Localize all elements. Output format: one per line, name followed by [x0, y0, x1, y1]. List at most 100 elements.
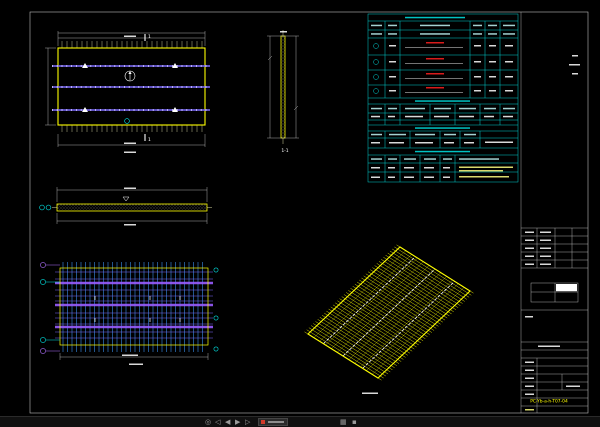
plan-view: 1 1 [45, 31, 210, 147]
side-section-view: 1-1 [267, 30, 299, 154]
next-layout-icon[interactable]: ▶ [235, 417, 240, 427]
dimension-value-mark [124, 35, 136, 37]
text-mark [540, 255, 551, 257]
rebar-spec-mark [426, 87, 444, 89]
table-header-mark [444, 133, 456, 136]
text-mark [474, 90, 481, 92]
dimension-value-mark [122, 354, 138, 356]
key-plan-highlight [556, 284, 577, 292]
text-mark [474, 76, 481, 78]
text-mark [525, 377, 534, 379]
isometric-rebars [304, 244, 474, 381]
grid-icon[interactable]: ▦ [340, 417, 347, 427]
table-header-mark [389, 133, 406, 136]
text-mark [569, 64, 580, 66]
long-section-view [39, 187, 212, 224]
text-mark [525, 231, 534, 233]
table-header-mark [503, 33, 515, 35]
table-header-mark [503, 24, 515, 27]
plan-lifting-lines [52, 65, 210, 111]
text-mark [415, 142, 433, 144]
text-mark [371, 167, 380, 169]
text-mark [505, 45, 513, 47]
text-mark [371, 142, 380, 144]
rebar-spec-mark [426, 42, 444, 44]
text-mark [489, 45, 496, 47]
table-header-mark [473, 24, 482, 27]
rebar-schedule-table [367, 13, 519, 183]
view-caption-mark [362, 392, 378, 394]
text-mark [485, 141, 513, 143]
text-mark [459, 170, 503, 172]
table-header-mark [464, 133, 476, 136]
last-layout-icon[interactable]: ▷ [245, 417, 250, 427]
text-mark [505, 61, 513, 63]
text-mark [389, 61, 396, 63]
text-mark [404, 167, 414, 169]
text-mark [489, 61, 496, 63]
text-mark [388, 176, 395, 178]
text-mark [484, 115, 494, 118]
text-mark [443, 176, 450, 178]
dimension-value-mark [280, 31, 287, 33]
table-header-mark [371, 33, 382, 35]
rebar-horizontal-bars [55, 271, 213, 339]
table-header-mark [420, 33, 450, 35]
table-title-mark [415, 127, 470, 129]
title-block [520, 12, 588, 413]
text-mark [540, 231, 551, 233]
table-title-mark [415, 100, 470, 102]
isometric-view [304, 244, 474, 381]
table-header-mark [371, 24, 382, 27]
table-header-mark [424, 158, 436, 160]
layout-tab-icon [261, 420, 265, 424]
layout-tab[interactable] [258, 418, 288, 426]
annotation-marks [122, 16, 580, 411]
rebar-plan-outline [59, 267, 209, 346]
layout-tab-label-mark [268, 421, 284, 423]
text-mark [443, 167, 450, 169]
section-mark-bottom: 1 [148, 137, 151, 143]
table-header-mark [484, 107, 496, 110]
first-layout-icon[interactable]: ◁ [215, 417, 220, 427]
text-mark [525, 409, 534, 411]
rebar-plan-view [40, 262, 219, 360]
text-mark [388, 167, 395, 169]
text-mark [540, 263, 551, 265]
text-mark [389, 76, 396, 78]
text-mark [525, 247, 534, 249]
table-header-mark [420, 24, 450, 27]
rebar-id-marker [373, 74, 379, 80]
rebar-id-marker [373, 43, 379, 49]
previous-layout-icon[interactable]: ◀ [225, 417, 230, 427]
rebar-spec-mark [426, 73, 444, 75]
snap-icon[interactable]: ▪ [352, 417, 357, 427]
elevation-marker-icon [122, 196, 130, 202]
rebar-plan-markers [40, 262, 219, 354]
detail-marker [39, 204, 45, 211]
text-mark [388, 115, 395, 118]
text-mark [424, 167, 434, 169]
text-mark [572, 55, 578, 57]
rebar-id-marker [373, 88, 379, 94]
text-mark [525, 316, 533, 318]
table-title-mark [415, 150, 470, 153]
target-icon[interactable]: ◎ [205, 417, 211, 427]
table-header-mark [459, 107, 476, 110]
text-mark [525, 255, 534, 257]
table-header-mark [405, 107, 425, 110]
text-mark [434, 115, 449, 118]
table-header-mark [488, 24, 497, 27]
text-mark [459, 115, 474, 118]
table-header-mark [404, 158, 416, 160]
drawing-frame [29, 11, 589, 414]
text-mark [566, 385, 580, 387]
rebar-spec-mark [426, 58, 444, 60]
table-header-mark [434, 107, 451, 110]
rebar-vertical-bars [62, 262, 203, 352]
side-section-label: 1-1 [281, 148, 288, 154]
table-header-mark [371, 133, 382, 136]
text-mark [371, 115, 380, 118]
drawing-canvas[interactable]: 1 1 1-1 PC-Yb-a-h-T07-04 [0, 0, 600, 416]
text-mark [474, 61, 481, 63]
